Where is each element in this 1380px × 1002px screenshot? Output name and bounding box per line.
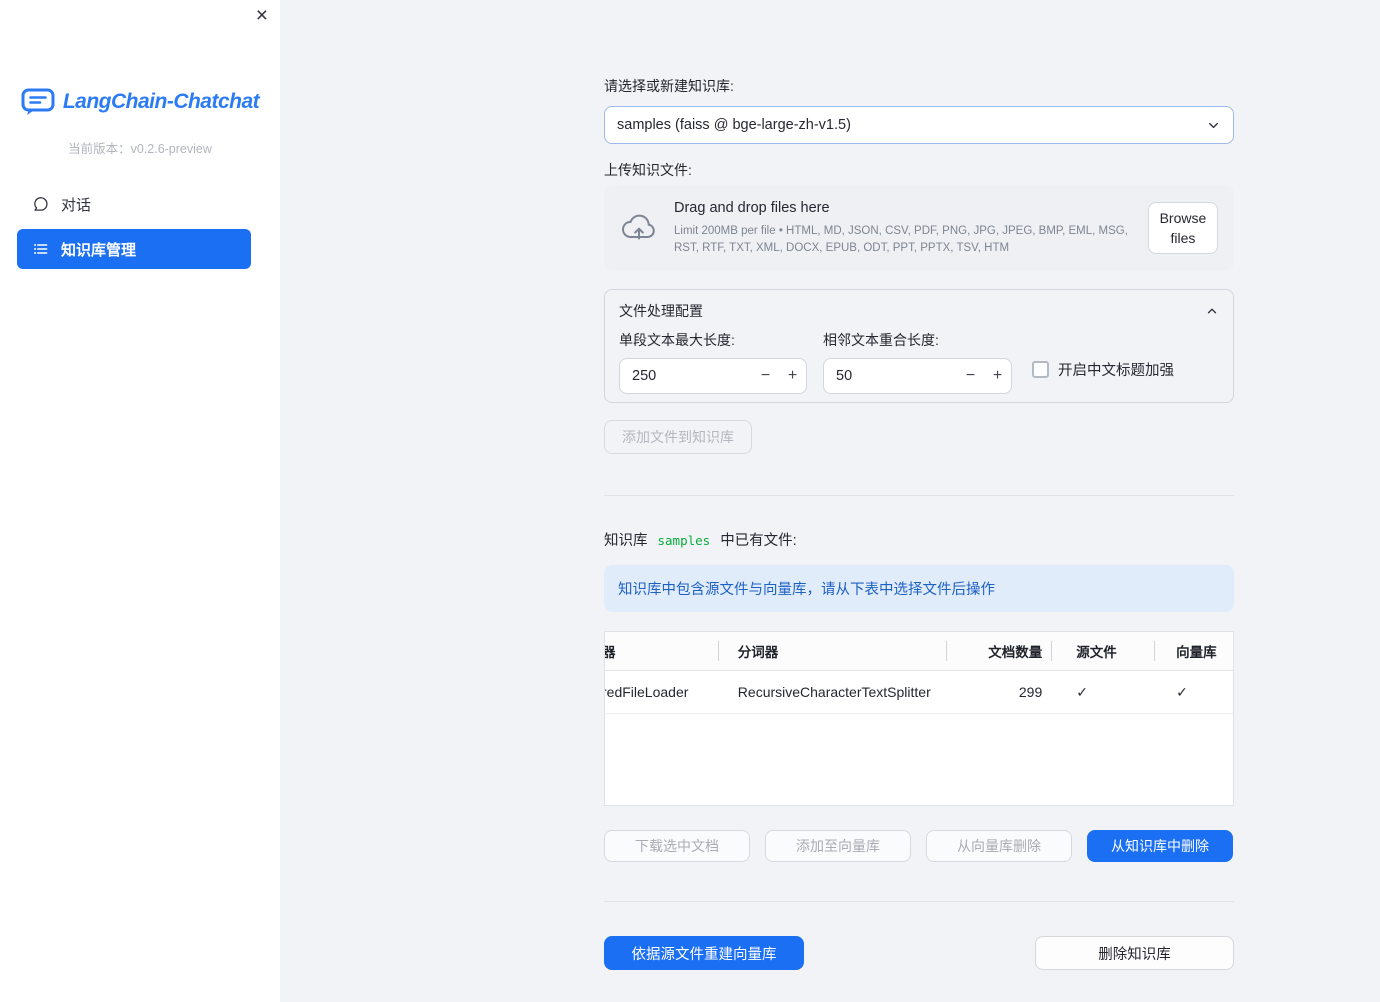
table-row[interactable]: redFileLoader RecursiveCharacterTextSpli… — [605, 671, 1233, 714]
logo-text: LangChain-Chatchat — [62, 90, 260, 113]
cell-splitter: RecursiveCharacterTextSplitter — [737, 684, 931, 700]
kb-files-heading: 知识库 samples 中已有文件: — [604, 529, 1234, 549]
delete-from-vector-store-button[interactable]: 从向量库删除 — [926, 830, 1072, 862]
overlap-size-input[interactable]: 50 − + — [823, 358, 1012, 394]
overlap-size-value: 50 — [836, 368, 853, 384]
version-text: 当前版本：v0.2.6-preview — [68, 142, 212, 156]
info-banner-text: 知识库中包含源文件与向量库，请从下表中选择文件后操作 — [618, 582, 995, 598]
upload-label: 上传知识文件: — [604, 162, 692, 178]
dropzone-limit: Limit 200MB per file • HTML, MD, JSON, C… — [674, 224, 1128, 254]
chunk-size-increment-button[interactable]: + — [779, 359, 806, 393]
column-header-splitter[interactable]: 分词器 — [719, 632, 948, 670]
menu-item-label: 对话 — [61, 196, 92, 214]
sidebar-close-icon[interactable]: × — [256, 5, 268, 26]
expander-title: 文件处理配置 — [619, 303, 703, 319]
kb-files-suffix: 中已有文件: — [720, 533, 797, 549]
divider — [604, 901, 1234, 902]
add-to-vector-store-button[interactable]: 添加至向量库 — [765, 830, 911, 862]
cell-vector-store-check: ✓ — [1176, 683, 1188, 700]
add-files-to-kb-button[interactable]: 添加文件到知识库 — [604, 420, 752, 454]
sidebar-item-dialogue[interactable]: 对话 — [17, 184, 251, 224]
cell-loader: redFileLoader — [605, 684, 689, 700]
menu-item-label: 知识库管理 — [61, 241, 137, 259]
chunk-size-value: 250 — [632, 368, 657, 384]
chevron-down-icon — [1206, 118, 1221, 133]
chat-logo-icon — [21, 88, 55, 116]
delete-kb-button[interactable]: 删除知识库 — [1035, 936, 1234, 970]
overlap-size-field: 相邻文本重合长度: 50 − + — [823, 330, 1012, 394]
chunk-size-input[interactable]: 250 − + — [619, 358, 807, 394]
file-dropzone[interactable]: Drag and drop files here Limit 200MB per… — [604, 186, 1234, 270]
download-selected-docs-button[interactable]: 下载选中文档 — [604, 830, 750, 862]
cell-source-file-check: ✓ — [1076, 683, 1088, 700]
kb-files-prefix: 知识库 — [604, 533, 648, 549]
zh-title-enhance-checkbox[interactable] — [1032, 361, 1049, 378]
column-header-source-file[interactable]: 源文件 — [1052, 632, 1155, 670]
app-logo: LangChain-Chatchat — [0, 88, 280, 116]
kb-bottom-buttons: 依据源文件重建向量库 删除知识库 — [604, 936, 1234, 970]
content-column: 请选择或新建知识库: samples (faiss @ bge-large-zh… — [604, 0, 1234, 970]
zh-title-enhance-row: 开启中文标题加强 — [1032, 359, 1174, 380]
file-config-expander-header[interactable]: 文件处理配置 — [605, 290, 1233, 330]
delete-from-kb-button[interactable]: 从知识库中删除 — [1087, 830, 1233, 862]
main-content: 请选择或新建知识库: samples (faiss @ bge-large-zh… — [280, 0, 1380, 1002]
sidebar: × LangChain-Chatchat 当前版本：v0.2.6-preview — [0, 0, 280, 1002]
cell-doc-count: 299 — [1018, 684, 1043, 700]
overlap-size-decrement-button[interactable]: − — [957, 359, 984, 393]
chunk-size-label: 单段文本最大长度: — [619, 332, 735, 348]
browse-files-button[interactable]: Browse files — [1147, 202, 1218, 254]
divider — [604, 495, 1234, 496]
cloud-upload-icon — [620, 213, 658, 243]
dropzone-title: Drag and drop files here — [674, 199, 830, 216]
sidebar-item-knowledge-base[interactable]: 知识库管理 — [17, 229, 251, 269]
column-header-loader[interactable]: 器 — [605, 632, 719, 670]
column-header-vector-store[interactable]: 向量库 — [1155, 632, 1233, 670]
info-banner: 知识库中包含源文件与向量库，请从下表中选择文件后操作 — [604, 565, 1234, 612]
kb-files-table[interactable]: 器 分词器 文档数量 源文件 向量库 redFileLoader Recursi… — [604, 631, 1234, 806]
kb-name-code: samples — [657, 533, 711, 548]
list-icon — [32, 241, 49, 257]
file-config-body: 单段文本最大长度: 250 − + 相邻文本重合长度: 50 − + 开启中文标… — [605, 330, 1233, 394]
kb-select-value: samples (faiss @ bge-large-zh-v1.5) — [617, 117, 851, 133]
file-config-expander: 文件处理配置 单段文本最大长度: 250 − + 相邻文本重合长度: 50 − … — [604, 289, 1234, 403]
sidebar-menu: 对话 知识库管理 — [17, 184, 251, 269]
overlap-size-increment-button[interactable]: + — [984, 359, 1011, 393]
zh-title-enhance-label: 开启中文标题加强 — [1058, 363, 1174, 379]
chat-bubble-icon — [32, 196, 49, 213]
table-header-row: 器 分词器 文档数量 源文件 向量库 — [605, 632, 1233, 671]
table-action-buttons: 下载选中文档 添加至向量库 从向量库删除 从知识库中删除 — [604, 830, 1234, 862]
kb-select[interactable]: samples (faiss @ bge-large-zh-v1.5) — [604, 106, 1234, 144]
chevron-up-icon — [1205, 304, 1219, 318]
chunk-size-decrement-button[interactable]: − — [752, 359, 779, 393]
chunk-size-field: 单段文本最大长度: 250 − + — [619, 330, 807, 394]
rebuild-vector-store-button[interactable]: 依据源文件重建向量库 — [604, 936, 804, 970]
overlap-size-label: 相邻文本重合长度: — [823, 332, 939, 348]
column-header-doc-count[interactable]: 文档数量 — [947, 632, 1053, 670]
kb-select-label: 请选择或新建知识库: — [604, 78, 734, 94]
dropzone-texts: Drag and drop files here Limit 200MB per… — [674, 200, 1132, 256]
